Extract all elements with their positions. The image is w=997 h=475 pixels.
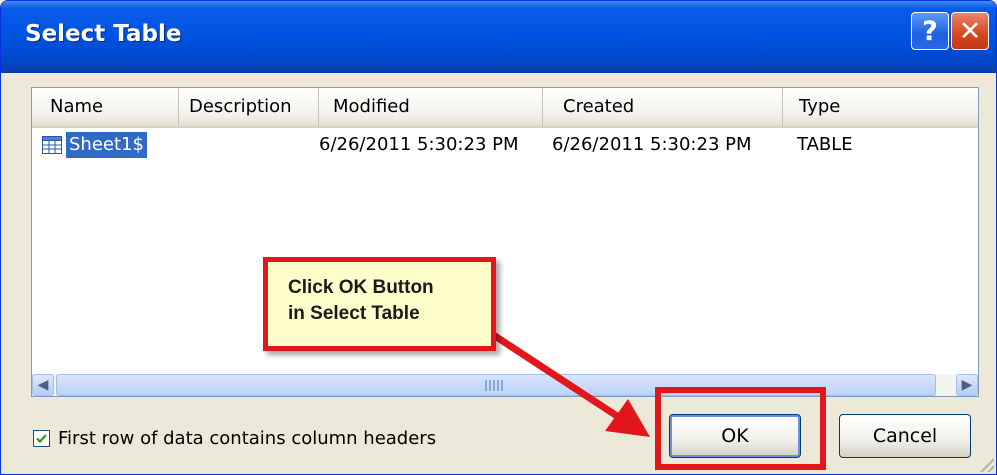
select-table-dialog: Select Table ? ✕ Name Description Modifi…	[0, 0, 997, 475]
scroll-left-icon: ◀	[37, 377, 49, 393]
callout-text: Click OK Button in Select Table	[288, 277, 434, 324]
list-header: Name Description Modified Created Type	[32, 88, 978, 128]
annotation-callout: Click OK Button in Select Table	[263, 257, 496, 351]
scroll-right-button[interactable]: ▶	[956, 374, 978, 396]
table-row[interactable]: Sheet1$ 6/26/2011 5:30:23 PM 6/26/2011 5…	[32, 128, 978, 162]
scrollbar-grip-icon	[485, 380, 505, 391]
dialog-title: Select Table	[25, 21, 182, 47]
checkmark-icon	[36, 434, 47, 444]
first-row-headers-option[interactable]: First row of data contains column header…	[33, 428, 436, 449]
dialog-body: Name Description Modified Created Type S…	[1, 73, 996, 474]
row-name-cell[interactable]: Sheet1$	[42, 128, 147, 162]
column-header-description[interactable]: Description	[179, 88, 319, 126]
column-header-name[interactable]: Name	[32, 88, 179, 126]
column-header-type[interactable]: Type	[783, 88, 978, 126]
help-icon: ?	[922, 16, 938, 47]
resize-grip-icon[interactable]	[980, 458, 994, 472]
table-list[interactable]: Name Description Modified Created Type S…	[31, 87, 979, 397]
scroll-left-button[interactable]: ◀	[32, 374, 54, 396]
title-bar[interactable]: Select Table ? ✕	[1, 1, 996, 73]
row-name-text: Sheet1$	[66, 132, 147, 158]
row-modified-cell: 6/26/2011 5:30:23 PM	[319, 134, 519, 155]
row-created-cell: 6/26/2011 5:30:23 PM	[552, 134, 752, 155]
column-header-modified[interactable]: Modified	[319, 88, 543, 126]
column-header-created[interactable]: Created	[543, 88, 783, 126]
first-row-headers-checkbox[interactable]	[33, 430, 50, 447]
close-button[interactable]: ✕	[951, 12, 989, 50]
first-row-headers-label: First row of data contains column header…	[58, 428, 437, 449]
cancel-button[interactable]: Cancel	[839, 414, 971, 458]
table-icon	[42, 136, 62, 154]
help-button[interactable]: ?	[911, 12, 949, 50]
ok-button-highlight	[655, 387, 826, 470]
close-icon: ✕	[958, 16, 982, 47]
horizontal-scrollbar[interactable]: ◀ ▶	[32, 374, 978, 396]
scroll-right-icon: ▶	[961, 377, 973, 393]
row-type-cell: TABLE	[797, 134, 853, 155]
